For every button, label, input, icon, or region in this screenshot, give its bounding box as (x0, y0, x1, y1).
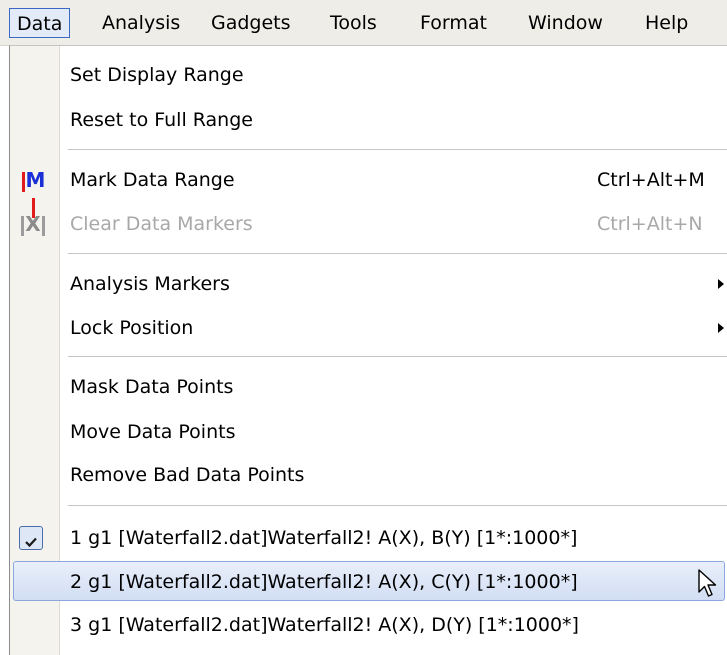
menu-item-dataset-2[interactable]: 2 g1 [Waterfall2.dat]Waterfall2! A(X), C… (13, 561, 725, 601)
menu-item-analysis-markers[interactable]: Analysis Markers (10, 264, 727, 304)
menu-item-remove-bad-data-points[interactable]: Remove Bad Data Points (10, 455, 727, 495)
menu-item-label: Remove Bad Data Points (70, 464, 305, 486)
menu-separator (68, 356, 727, 357)
menu-item-shortcut: Ctrl+Alt+M (597, 169, 705, 191)
submenu-arrow-icon (718, 279, 724, 289)
clear-data-markers-icon: X (20, 211, 46, 237)
menu-separator (68, 149, 727, 150)
data-menu-dropdown: Set Display Range Reset to Full Range M … (9, 45, 727, 655)
menu-item-label: Lock Position (70, 317, 194, 339)
menu-help[interactable]: Help (638, 8, 695, 38)
submenu-arrow-icon (718, 323, 724, 333)
menu-analysis[interactable]: Analysis (95, 8, 187, 38)
menu-item-label: Mark Data Range (70, 169, 235, 191)
menu-separator (68, 253, 727, 254)
menu-item-mask-data-points[interactable]: Mask Data Points (10, 367, 727, 407)
menu-item-label: Move Data Points (70, 421, 236, 443)
mark-data-range-icon: M (20, 167, 46, 218)
menu-tools[interactable]: Tools (323, 8, 384, 38)
menu-window[interactable]: Window (521, 8, 610, 38)
mouse-cursor-icon (698, 569, 717, 597)
menu-item-label: Analysis Markers (70, 273, 230, 295)
menu-gadgets[interactable]: Gadgets (204, 8, 298, 38)
menu-item-shortcut: Ctrl+Alt+N (597, 213, 703, 235)
menu-item-label: 1 g1 [Waterfall2.dat]Waterfall2! A(X), B… (70, 527, 578, 549)
menu-item-clear-data-markers: X Clear Data Markers Ctrl+Alt+N (10, 204, 727, 244)
menu-item-label: Mask Data Points (70, 376, 234, 398)
menu-item-label: Set Display Range (70, 64, 244, 86)
menu-data[interactable]: Data (9, 8, 71, 38)
menu-bar: Data Analysis Gadgets Tools Format Windo… (0, 0, 727, 46)
menu-item-mark-data-range[interactable]: M Mark Data Range Ctrl+Alt+M (10, 160, 727, 218)
menu-item-set-display-range[interactable]: Set Display Range (10, 55, 727, 95)
menu-item-move-data-points[interactable]: Move Data Points (10, 412, 727, 452)
menu-item-dataset-3[interactable]: 3 g1 [Waterfall2.dat]Waterfall2! A(X), D… (10, 605, 727, 645)
menu-item-label: Clear Data Markers (70, 213, 253, 235)
check-icon (19, 526, 43, 550)
menu-item-reset-full-range[interactable]: Reset to Full Range (10, 100, 727, 140)
menu-item-label: 2 g1 [Waterfall2.dat]Waterfall2! A(X), C… (70, 571, 578, 593)
menu-separator (68, 505, 727, 506)
menu-item-label: 3 g1 [Waterfall2.dat]Waterfall2! A(X), D… (70, 614, 579, 636)
menu-item-dataset-1[interactable]: 1 g1 [Waterfall2.dat]Waterfall2! A(X), B… (10, 518, 727, 558)
menu-item-lock-position[interactable]: Lock Position (10, 308, 727, 348)
menu-format[interactable]: Format (413, 8, 494, 38)
menu-item-label: Reset to Full Range (70, 109, 253, 131)
